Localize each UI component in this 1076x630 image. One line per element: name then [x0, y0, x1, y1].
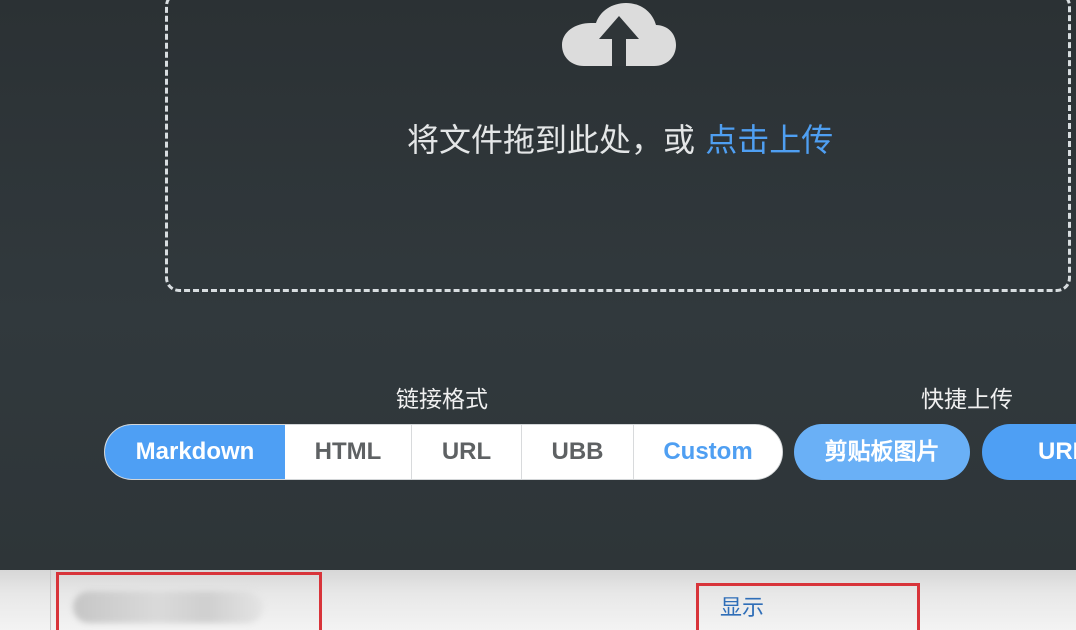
bottom-content-strip: 显示: [0, 570, 1076, 630]
quick-upload-label: 快捷上传: [921, 387, 1013, 413]
redacted-text: [73, 591, 263, 623]
upload-panel: 将文件拖到此处，或 点击上传 链接格式 Markdown HTML URL UB…: [0, 0, 1076, 570]
clipboard-image-button[interactable]: 剪贴板图片: [794, 424, 970, 480]
highlight-box-right: 显示: [696, 583, 920, 630]
drop-prompt: 将文件拖到此处，或 点击上传: [407, 118, 907, 162]
left-divider: [50, 570, 51, 630]
link-format-toggle-group: Markdown HTML URL UBB Custom: [104, 424, 783, 480]
format-option-ubb[interactable]: UBB: [522, 425, 634, 479]
highlight-box-left: [56, 572, 322, 630]
link-format-label: 链接格式: [396, 387, 488, 413]
click-upload-link[interactable]: 点击上传: [705, 121, 833, 159]
format-option-html[interactable]: HTML: [285, 425, 412, 479]
cloud-upload-icon[interactable]: [560, 0, 678, 68]
drop-prompt-text: 将文件拖到此处，或: [407, 121, 696, 159]
format-option-custom[interactable]: Custom: [634, 425, 782, 479]
url-upload-button[interactable]: URL: [982, 424, 1076, 480]
format-option-url[interactable]: URL: [412, 425, 522, 479]
format-option-markdown[interactable]: Markdown: [105, 425, 285, 479]
show-link[interactable]: 显示: [720, 594, 764, 624]
